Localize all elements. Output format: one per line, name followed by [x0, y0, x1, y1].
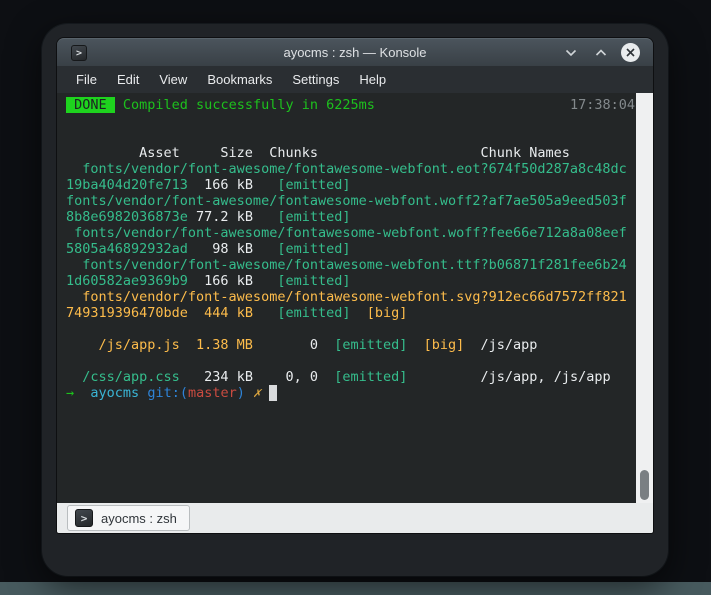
terminal-text: /css/app.css	[66, 369, 180, 385]
terminal-text: 166 kB	[188, 273, 277, 289]
terminal-text	[375, 97, 570, 113]
terminal-cursor	[269, 385, 277, 401]
terminal-text: →	[66, 385, 90, 401]
minimize-button[interactable]	[561, 43, 580, 62]
terminal-row: → ayocms git:(master) ✗	[66, 385, 633, 401]
desktop-bottom-strip	[0, 582, 711, 595]
terminal-text: Compiled successfully in 6225ms	[115, 97, 375, 113]
menu-item-bookmarks[interactable]: Bookmarks	[198, 69, 281, 90]
tab-label: ayocms : zsh	[101, 511, 177, 526]
terminal-text: [emitted]	[334, 337, 407, 353]
terminal-text: 98 kB	[188, 241, 277, 257]
terminal-text: [emitted]	[277, 273, 350, 289]
terminal-text: master	[188, 385, 237, 401]
menubar: File Edit View Bookmarks Settings Help	[57, 66, 653, 93]
menu-item-settings[interactable]: Settings	[283, 69, 348, 90]
tabbar: > ayocms : zsh	[57, 503, 653, 533]
terminal-row	[66, 113, 633, 129]
terminal-text: 8b8e6982036873e	[66, 209, 188, 225]
terminal-text: 77.2 kB	[188, 209, 277, 225]
screenshot-stage: > ayocms : zsh — Konsole	[0, 0, 711, 595]
terminal-text: )	[237, 385, 245, 401]
chevron-down-icon	[565, 49, 577, 57]
scrollbar-thumb[interactable]	[640, 470, 649, 500]
terminal-row	[66, 321, 633, 337]
terminal-text: /js/app	[464, 337, 537, 353]
terminal-row: /js/app.js 1.38 MB 0 [emitted] [big] /js…	[66, 337, 633, 353]
terminal-text: [emitted]	[277, 305, 350, 321]
terminal-text: /js/app.js 1.38 MB	[66, 337, 253, 353]
terminal-text: fonts/vendor/font-awesome/fontawesome-we…	[66, 289, 627, 305]
terminal-text: 166 kB	[188, 177, 277, 193]
terminal-text: fonts/vendor/font-awesome/fontawesome-we…	[66, 225, 627, 241]
terminal-text: ayocms	[90, 385, 139, 401]
terminal-area[interactable]: DONE Compiled successfully in 6225ms 17:…	[57, 93, 653, 503]
terminal-text: 0	[253, 337, 334, 353]
menu-item-edit[interactable]: Edit	[108, 69, 148, 90]
terminal-text: 17:38:04	[570, 97, 635, 113]
menu-item-file[interactable]: File	[67, 69, 106, 90]
konsole-window: > ayocms : zsh — Konsole	[57, 38, 653, 533]
terminal-text: 5805a46892932ad	[66, 241, 188, 257]
terminal-text: 444 kB	[188, 305, 253, 321]
window-buttons	[561, 43, 653, 62]
terminal-text: [emitted]	[277, 241, 350, 257]
terminal-text: [emitted]	[334, 369, 407, 385]
terminal-text: 749319396470bde	[66, 305, 188, 321]
terminal-row: 749319396470bde 444 kB [emitted] [big]	[66, 305, 633, 321]
terminal-text: fonts/vendor/font-awesome/fontawesome-we…	[66, 193, 627, 209]
chevron-up-icon	[595, 49, 607, 57]
terminal-row	[66, 353, 633, 369]
terminal-row: fonts/vendor/font-awesome/fontawesome-we…	[66, 161, 633, 177]
terminal-row: 5805a46892932ad 98 kB [emitted]	[66, 241, 633, 257]
terminal-text: 1d60582ae9369b9	[66, 273, 188, 289]
menu-item-view[interactable]: View	[150, 69, 196, 90]
terminal-text: fonts/vendor/font-awesome/fontawesome-we…	[66, 161, 627, 177]
terminal-row: fonts/vendor/font-awesome/fontawesome-we…	[66, 225, 633, 241]
done-badge: DONE	[66, 97, 115, 113]
terminal-text: 19ba404d20fe713	[66, 177, 188, 193]
terminal-text: [big]	[424, 337, 465, 353]
scrollbar[interactable]	[636, 93, 653, 503]
close-button[interactable]	[621, 43, 640, 62]
terminal-text: [emitted]	[277, 177, 350, 193]
terminal-text: [big]	[367, 305, 408, 321]
terminal-row: fonts/vendor/font-awesome/fontawesome-we…	[66, 257, 633, 273]
terminal-row: Asset Size Chunks Chunk Names	[66, 145, 633, 161]
terminal-text: [emitted]	[277, 209, 350, 225]
terminal-row: DONE Compiled successfully in 6225ms 17:…	[66, 97, 633, 113]
terminal-text: ✗	[253, 385, 261, 401]
terminal-text: /js/app, /js/app	[407, 369, 610, 385]
close-icon	[625, 47, 636, 58]
terminal-text: fonts/vendor/font-awesome/fontawesome-we…	[66, 257, 627, 273]
maximize-button[interactable]	[591, 43, 610, 62]
terminal-text: 234 kB 0, 0	[180, 369, 334, 385]
terminal-row	[66, 129, 633, 145]
terminal-text	[245, 385, 253, 401]
titlebar[interactable]: > ayocms : zsh — Konsole	[57, 38, 653, 66]
terminal-text: Asset Size Chunks Chunk Names	[66, 145, 570, 161]
menu-item-help[interactable]: Help	[350, 69, 395, 90]
terminal-row: 8b8e6982036873e 77.2 kB [emitted]	[66, 209, 633, 225]
terminal-row: fonts/vendor/font-awesome/fontawesome-we…	[66, 289, 633, 305]
terminal-row: 1d60582ae9369b9 166 kB [emitted]	[66, 273, 633, 289]
terminal-text: git:(	[147, 385, 188, 401]
terminal-text	[407, 337, 423, 353]
terminal-text	[351, 305, 367, 321]
tab-active[interactable]: > ayocms : zsh	[67, 505, 190, 531]
terminal-row: fonts/vendor/font-awesome/fontawesome-we…	[66, 193, 633, 209]
terminal-row: 19ba404d20fe713 166 kB [emitted]	[66, 177, 633, 193]
terminal-row: /css/app.css 234 kB 0, 0 [emitted] /js/a…	[66, 369, 633, 385]
terminal-output: DONE Compiled successfully in 6225ms 17:…	[66, 97, 633, 401]
terminal-text	[253, 305, 277, 321]
tab-terminal-icon: >	[75, 509, 93, 527]
